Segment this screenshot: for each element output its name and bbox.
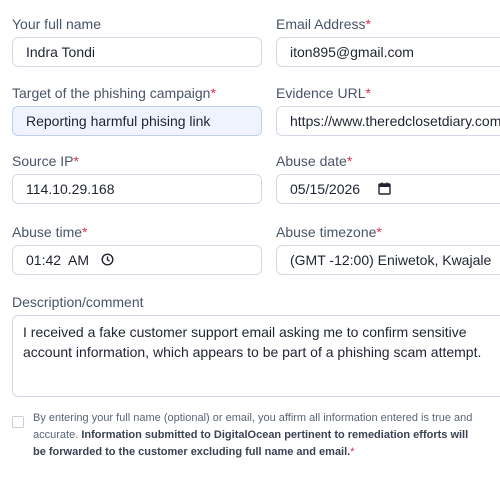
abuse-time-value: 01:42 AM: [26, 252, 90, 268]
evidence-url-input[interactable]: https://www.theredclosetdiary.com/2: [276, 106, 500, 136]
abuse-date-input[interactable]: 05/15/2026: [276, 174, 500, 204]
full-name-label: Your full name: [12, 16, 101, 32]
clock-icon[interactable]: [101, 247, 114, 274]
email-label: Email Address*: [276, 16, 371, 32]
abuse-time-label: Abuse time*: [12, 224, 88, 240]
target-label: Target of the phishing campaign*: [12, 85, 216, 101]
consent-text: By entering your full name (optional) or…: [33, 412, 473, 458]
description-textarea[interactable]: I received a fake customer support email…: [12, 315, 500, 397]
evidence-url-label: Evidence URL*: [276, 85, 371, 101]
abuse-timezone-select[interactable]: (GMT -12:00) Eniwetok, Kwajale: [276, 245, 500, 275]
abuse-date-label: Abuse date*: [276, 153, 353, 169]
consent-bold-text: Information submitted to DigitalOcean pe…: [33, 429, 469, 458]
target-input[interactable]: Reporting harmful phising link: [12, 106, 262, 136]
abuse-date-value: 05/15/2026: [290, 181, 361, 197]
email-input[interactable]: iton895@gmail.com: [276, 37, 500, 67]
description-label: Description/comment: [12, 294, 144, 310]
abuse-timezone-label: Abuse timezone*: [276, 224, 382, 240]
consent-checkbox[interactable]: [12, 416, 24, 428]
source-ip-label: Source IP*: [12, 153, 79, 169]
full-name-input[interactable]: Indra Tondi: [12, 37, 262, 67]
calendar-icon[interactable]: [378, 176, 391, 203]
abuse-time-input[interactable]: 01:42 AM: [12, 245, 262, 275]
source-ip-input[interactable]: 114.10.29.168: [12, 174, 262, 204]
